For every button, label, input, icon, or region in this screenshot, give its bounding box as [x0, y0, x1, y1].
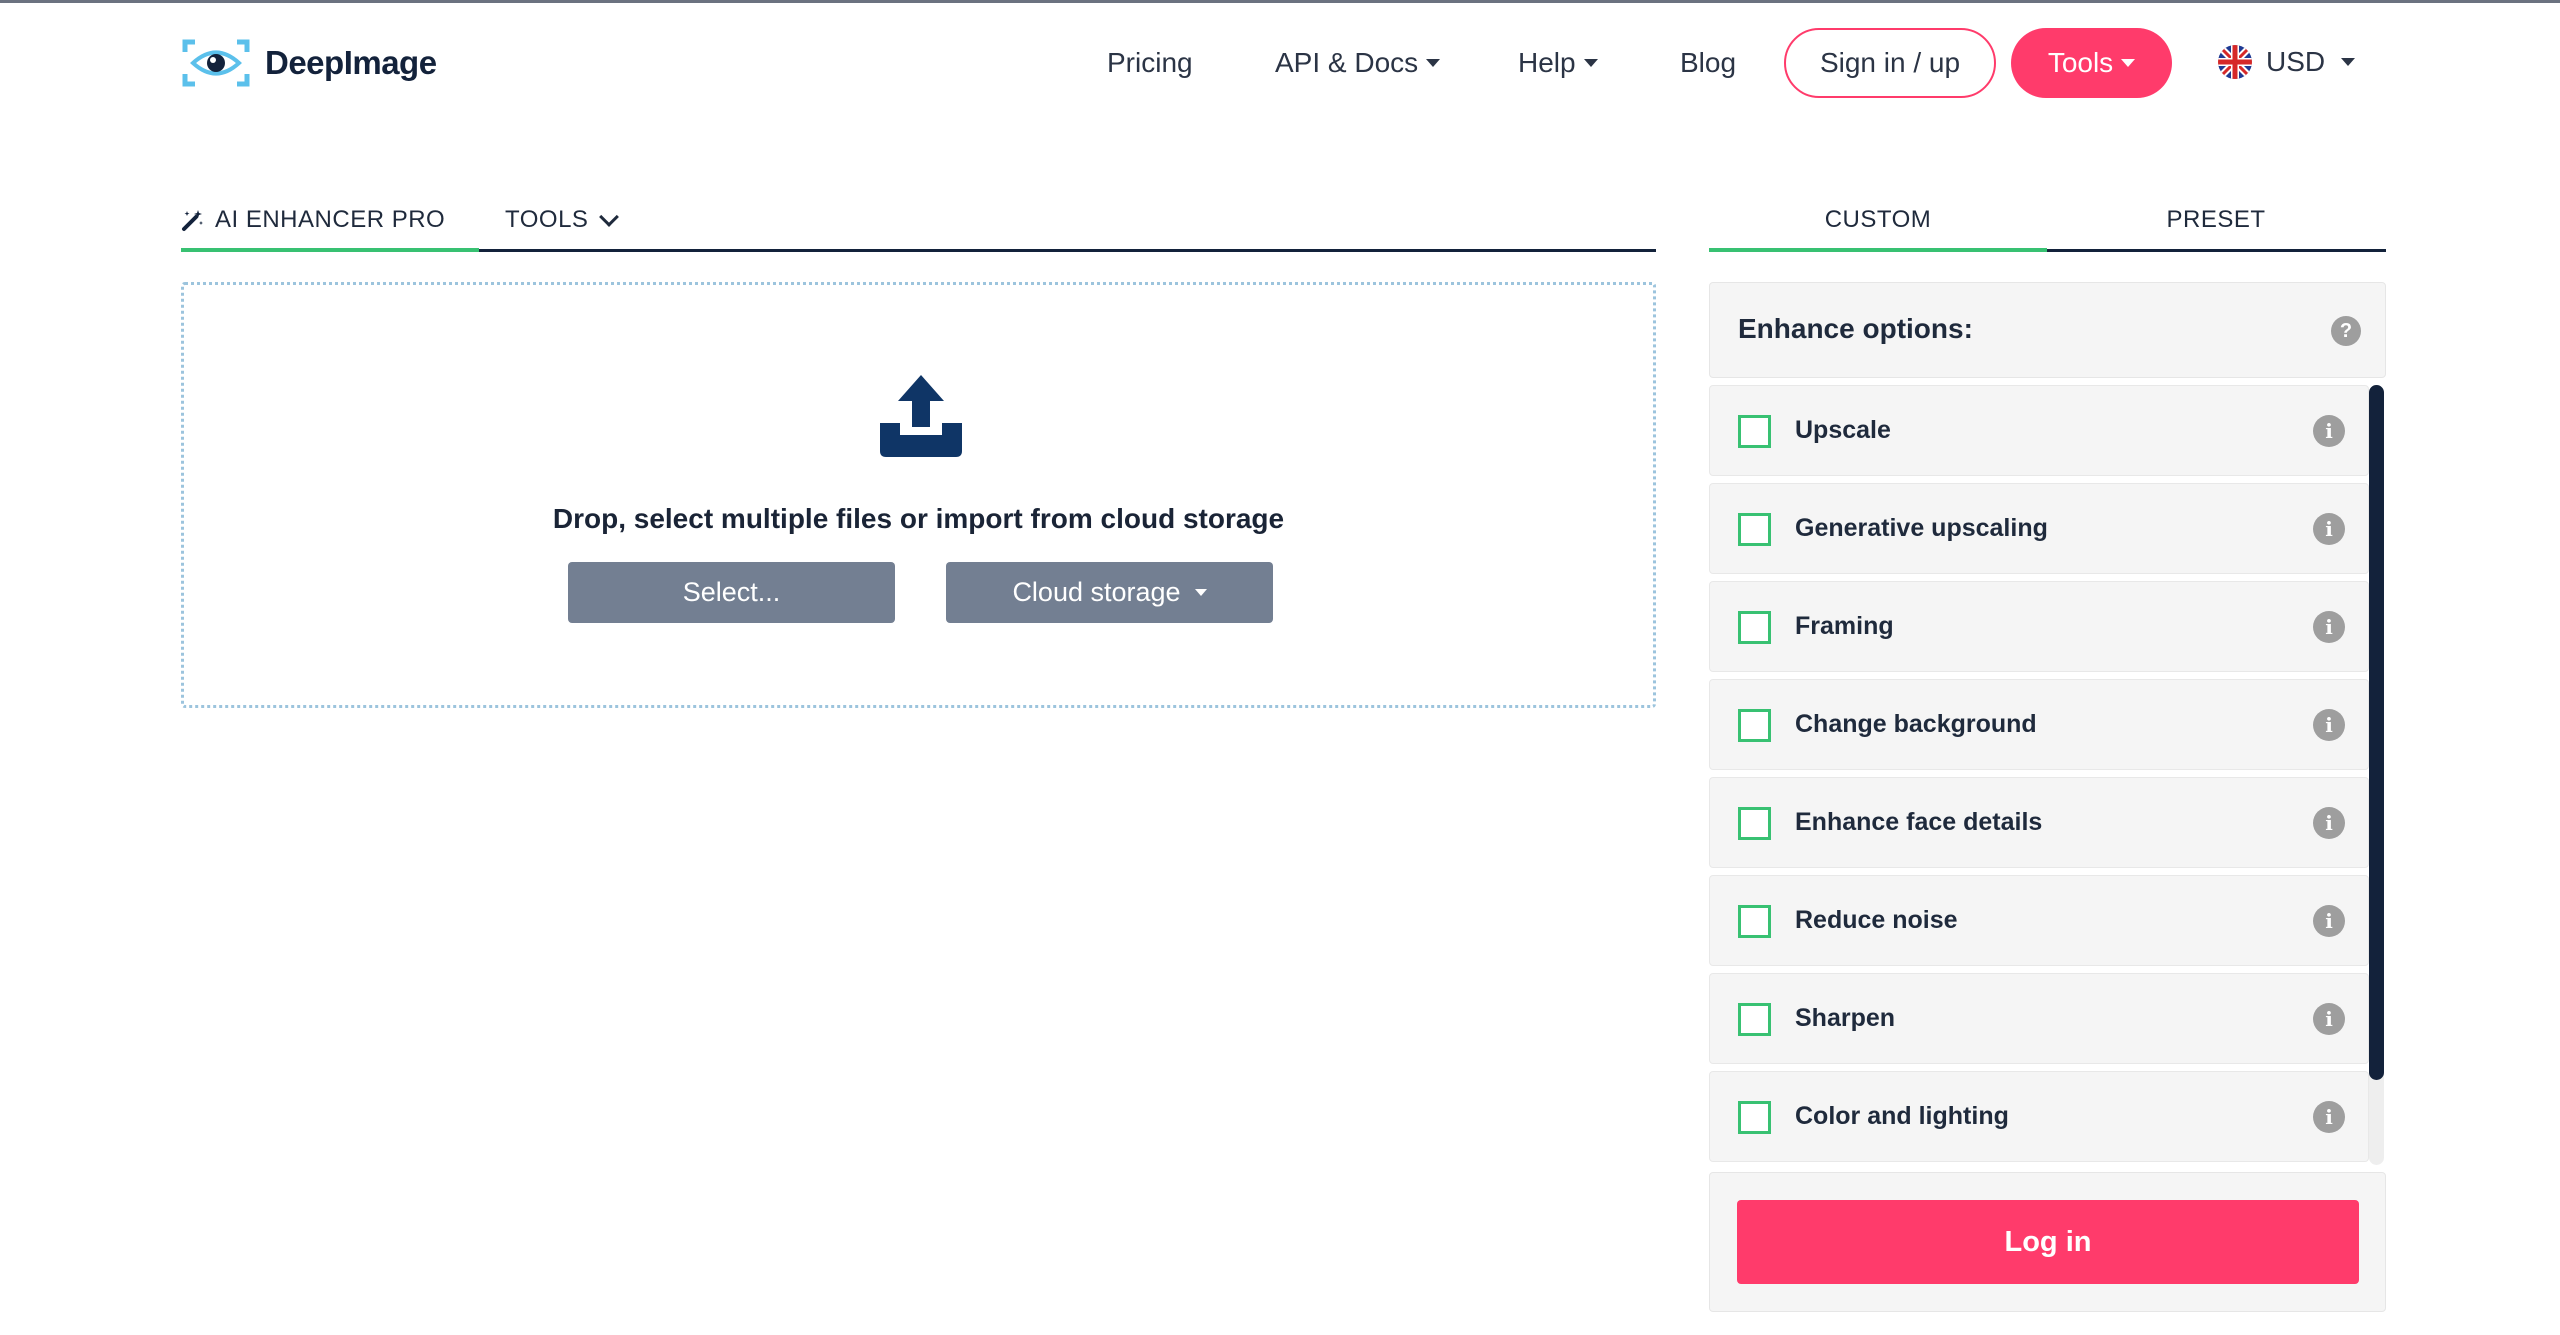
- info-icon[interactable]: i: [2313, 807, 2345, 839]
- tools-dropdown-button[interactable]: Tools: [2011, 28, 2172, 98]
- caret-down-icon: [1194, 589, 1207, 596]
- nav-api-docs[interactable]: API & Docs: [1275, 44, 1441, 82]
- tab-ai-enhancer-pro-label: AI ENHANCER PRO: [215, 206, 446, 233]
- framing-checkbox[interactable]: [1738, 611, 1771, 644]
- currency-selector[interactable]: USD: [2218, 42, 2356, 82]
- option-label: Change background: [1795, 710, 2037, 738]
- sign-in-button[interactable]: Sign in / up: [1784, 28, 1996, 98]
- tools-label: Tools: [2047, 47, 2114, 78]
- tab-tools[interactable]: TOOLS: [505, 206, 620, 234]
- file-drop-zone[interactable]: Drop, select multiple files or import fr…: [181, 282, 1656, 708]
- tab-custom-label: CUSTOM: [1824, 206, 1932, 233]
- info-icon[interactable]: i: [2313, 709, 2345, 741]
- settings-tabs: CUSTOM PRESET: [1709, 196, 2386, 252]
- currency-label: USD: [2266, 46, 2326, 77]
- log-in-label: Log in: [2004, 1225, 2092, 1258]
- select-files-label: Select...: [682, 577, 781, 607]
- active-tab-indicator: [181, 248, 479, 252]
- option-generative-upscaling[interactable]: Generative upscaling i: [1709, 483, 2369, 574]
- option-label: Enhance face details: [1795, 808, 2043, 836]
- tab-ai-enhancer-pro[interactable]: AI ENHANCER PRO: [181, 206, 445, 234]
- enhance-options-title: Enhance options:: [1738, 313, 1973, 344]
- log-in-button[interactable]: Log in: [1737, 1200, 2359, 1284]
- tab-preset-label: PRESET: [2166, 206, 2266, 233]
- enhance-face-details-checkbox[interactable]: [1738, 807, 1771, 840]
- option-label: Upscale: [1795, 416, 1891, 444]
- select-files-button[interactable]: Select...: [568, 562, 895, 623]
- nav-api-docs-label: API & Docs: [1275, 47, 1419, 78]
- sharpen-checkbox[interactable]: [1738, 1003, 1771, 1036]
- option-label: Sharpen: [1795, 1004, 1896, 1032]
- upload-tray-icon: [876, 375, 966, 457]
- option-color-and-lighting[interactable]: Color and lighting i: [1709, 1071, 2369, 1162]
- info-icon[interactable]: i: [2313, 1003, 2345, 1035]
- enhance-options-list: Upscale i Generative upscaling i Framing…: [1709, 385, 2386, 1165]
- brand-name: DeepImage: [265, 44, 437, 81]
- option-framing[interactable]: Framing i: [1709, 581, 2369, 672]
- sign-in-label: Sign in / up: [1819, 47, 1961, 78]
- option-label: Reduce noise: [1795, 906, 1958, 934]
- cloud-storage-label: Cloud storage: [1012, 577, 1181, 607]
- chevron-down-icon: [599, 207, 620, 227]
- caret-down-icon: [1583, 59, 1598, 67]
- info-icon[interactable]: i: [2313, 415, 2345, 447]
- caret-down-icon: [1426, 59, 1441, 67]
- option-change-background[interactable]: Change background i: [1709, 679, 2369, 770]
- nav-pricing[interactable]: Pricing: [1107, 44, 1193, 82]
- option-sharpen[interactable]: Sharpen i: [1709, 973, 2369, 1064]
- uk-flag-icon: [2218, 45, 2252, 79]
- caret-down-icon: [2341, 58, 2356, 66]
- cloud-storage-button[interactable]: Cloud storage: [946, 562, 1273, 623]
- info-icon[interactable]: i: [2313, 513, 2345, 545]
- upscale-checkbox[interactable]: [1738, 415, 1771, 448]
- option-label: Color and lighting: [1795, 1102, 2009, 1130]
- caret-down-icon: [2121, 59, 2136, 67]
- help-question-icon[interactable]: ?: [2331, 316, 2361, 346]
- info-icon[interactable]: i: [2313, 1101, 2345, 1133]
- option-enhance-face-details[interactable]: Enhance face details i: [1709, 777, 2369, 868]
- options-scrollbar-thumb[interactable]: [2369, 385, 2384, 1080]
- option-label: Generative upscaling: [1795, 514, 2048, 542]
- option-label: Framing: [1795, 612, 1894, 640]
- login-panel: Log in: [1709, 1172, 2386, 1312]
- top-border: [0, 0, 2560, 3]
- tab-tools-label: TOOLS: [505, 206, 589, 233]
- drop-instructions: Drop, select multiple files or import fr…: [552, 503, 1285, 534]
- change-background-checkbox[interactable]: [1738, 709, 1771, 742]
- info-icon[interactable]: i: [2313, 905, 2345, 937]
- enhance-options-header: Enhance options: ?: [1709, 282, 2386, 378]
- nav-pricing-label: Pricing: [1107, 47, 1193, 78]
- color-and-lighting-checkbox[interactable]: [1738, 1101, 1771, 1134]
- generative-upscaling-checkbox[interactable]: [1738, 513, 1771, 546]
- brand-logo[interactable]: DeepImage: [181, 38, 437, 88]
- tab-custom[interactable]: CUSTOM: [1709, 206, 2047, 234]
- option-upscale[interactable]: Upscale i: [1709, 385, 2369, 476]
- magic-wand-icon: [181, 208, 205, 232]
- reduce-noise-checkbox[interactable]: [1738, 905, 1771, 938]
- eye-logo-icon: [181, 38, 251, 88]
- info-icon[interactable]: i: [2313, 611, 2345, 643]
- option-reduce-noise[interactable]: Reduce noise i: [1709, 875, 2369, 966]
- mode-tabs: AI ENHANCER PRO TOOLS: [181, 196, 1656, 252]
- tab-preset[interactable]: PRESET: [2047, 206, 2385, 234]
- nav-blog[interactable]: Blog: [1680, 44, 1736, 82]
- nav-help[interactable]: Help: [1518, 44, 1598, 82]
- nav-blog-label: Blog: [1680, 47, 1737, 78]
- nav-help-label: Help: [1518, 47, 1576, 78]
- active-tab-indicator: [1709, 248, 2047, 252]
